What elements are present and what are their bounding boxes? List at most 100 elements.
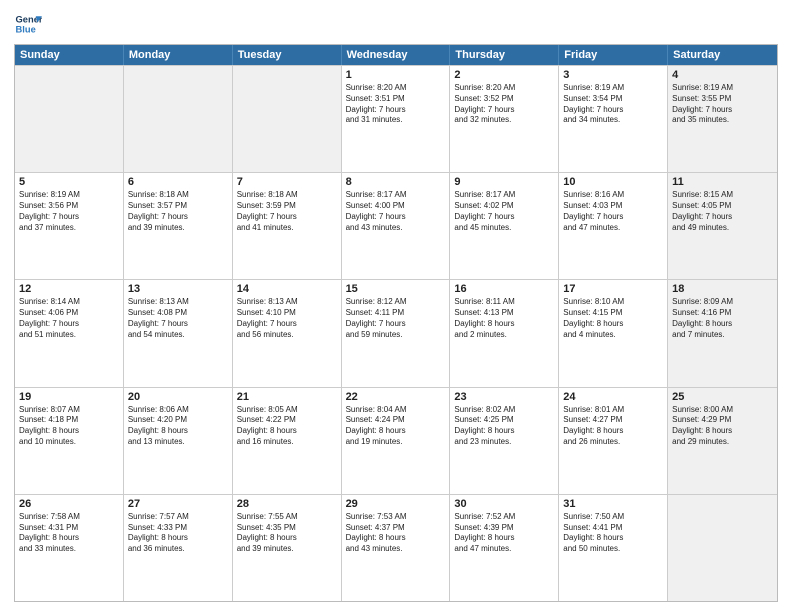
calendar-cell: 1 Sunrise: 8:20 AM Sunset: 3:51 PM Daylig… [342, 66, 451, 172]
cell-text: Sunrise: 8:05 AM Sunset: 4:22 PM Dayligh… [237, 405, 337, 448]
calendar-cell: 4 Sunrise: 8:19 AM Sunset: 3:55 PM Daylig… [668, 66, 777, 172]
svg-text:Blue: Blue [16, 25, 36, 35]
calendar-cell: 24 Sunrise: 8:01 AM Sunset: 4:27 PM Dayli… [559, 388, 668, 494]
calendar-cell: 23Sunrise: 8:02 AM Sunset: 4:25 PM Dayli… [450, 388, 559, 494]
calendar-cell: 10 Sunrise: 8:16 AM Sunset: 4:03 PM Dayli… [559, 173, 668, 279]
cell-text: Sunrise: 8:17 AM Sunset: 4:02 PM Dayligh… [454, 190, 554, 233]
day-number: 22 [346, 391, 446, 403]
day-number: 5 [19, 176, 119, 188]
cell-text: Sunrise: 7:52 AM Sunset: 4:39 PM Dayligh… [454, 512, 554, 555]
calendar-cell: 13 Sunrise: 8:13 AM Sunset: 4:08 PM Dayli… [124, 280, 233, 386]
calendar-cell: 20 Sunrise: 8:06 AM Sunset: 4:20 PM Dayli… [124, 388, 233, 494]
cell-text: Sunrise: 8:07 AM Sunset: 4:18 PM Dayligh… [19, 405, 119, 448]
calendar-cell: 7Sunrise: 8:18 AM Sunset: 3:59 PM Daylig… [233, 173, 342, 279]
calendar-cell: 14 Sunrise: 8:13 AM Sunset: 4:10 PM Dayli… [233, 280, 342, 386]
cell-text: Sunrise: 8:13 AM Sunset: 4:10 PM Dayligh… [237, 297, 337, 340]
day-number: 28 [237, 498, 337, 510]
calendar-row: 19 Sunrise: 8:07 AM Sunset: 4:18 PM Dayli… [15, 387, 777, 494]
cell-text: Sunrise: 8:10 AM Sunset: 4:15 PM Dayligh… [563, 297, 663, 340]
day-number: 19 [19, 391, 119, 403]
day-number: 31 [563, 498, 663, 510]
day-number: 8 [346, 176, 446, 188]
cell-text: Sunrise: 8:06 AM Sunset: 4:20 PM Dayligh… [128, 405, 228, 448]
cell-text: Sunrise: 8:14 AM Sunset: 4:06 PM Dayligh… [19, 297, 119, 340]
calendar-cell [124, 66, 233, 172]
day-number: 3 [563, 69, 663, 81]
calendar-cell: 25Sunrise: 8:00 AM Sunset: 4:29 PM Dayli… [668, 388, 777, 494]
day-number: 26 [19, 498, 119, 510]
calendar-row: 1 Sunrise: 8:20 AM Sunset: 3:51 PM Daylig… [15, 65, 777, 172]
calendar-cell [668, 495, 777, 601]
day-number: 12 [19, 283, 119, 295]
cell-text: Sunrise: 7:55 AM Sunset: 4:35 PM Dayligh… [237, 512, 337, 555]
calendar-cell [233, 66, 342, 172]
calendar-cell: 19 Sunrise: 8:07 AM Sunset: 4:18 PM Dayli… [15, 388, 124, 494]
calendar-cell: 31 Sunrise: 7:50 AM Sunset: 4:41 PM Dayli… [559, 495, 668, 601]
cell-text: Sunrise: 8:19 AM Sunset: 3:54 PM Dayligh… [563, 83, 663, 126]
weekday-header: Saturday [668, 45, 777, 65]
cell-text: Sunrise: 8:17 AM Sunset: 4:00 PM Dayligh… [346, 190, 446, 233]
cell-text: Sunrise: 8:20 AM Sunset: 3:52 PM Dayligh… [454, 83, 554, 126]
cell-text: Sunrise: 8:04 AM Sunset: 4:24 PM Dayligh… [346, 405, 446, 448]
day-number: 2 [454, 69, 554, 81]
calendar-cell: 16Sunrise: 8:11 AM Sunset: 4:13 PM Dayli… [450, 280, 559, 386]
day-number: 11 [672, 176, 773, 188]
day-number: 30 [454, 498, 554, 510]
day-number: 21 [237, 391, 337, 403]
calendar-cell: 8 Sunrise: 8:17 AM Sunset: 4:00 PM Daylig… [342, 173, 451, 279]
weekday-header: Wednesday [342, 45, 451, 65]
calendar-cell: 26 Sunrise: 7:58 AM Sunset: 4:31 PM Dayli… [15, 495, 124, 601]
calendar-cell: 2 Sunrise: 8:20 AM Sunset: 3:52 PM Daylig… [450, 66, 559, 172]
cell-text: Sunrise: 7:53 AM Sunset: 4:37 PM Dayligh… [346, 512, 446, 555]
day-number: 29 [346, 498, 446, 510]
day-number: 17 [563, 283, 663, 295]
weekday-header: Monday [124, 45, 233, 65]
day-number: 4 [672, 69, 773, 81]
calendar-cell: 30 Sunrise: 7:52 AM Sunset: 4:39 PM Dayli… [450, 495, 559, 601]
cell-text: Sunrise: 8:01 AM Sunset: 4:27 PM Dayligh… [563, 405, 663, 448]
calendar-row: 5Sunrise: 8:19 AM Sunset: 3:56 PM Daylig… [15, 172, 777, 279]
day-number: 23 [454, 391, 554, 403]
day-number: 10 [563, 176, 663, 188]
calendar-cell: 9 Sunrise: 8:17 AM Sunset: 4:02 PM Daylig… [450, 173, 559, 279]
calendar-cell: 15 Sunrise: 8:12 AM Sunset: 4:11 PM Dayli… [342, 280, 451, 386]
cell-text: Sunrise: 8:16 AM Sunset: 4:03 PM Dayligh… [563, 190, 663, 233]
cell-text: Sunrise: 8:00 AM Sunset: 4:29 PM Dayligh… [672, 405, 773, 448]
calendar-body: 1 Sunrise: 8:20 AM Sunset: 3:51 PM Daylig… [15, 65, 777, 601]
day-number: 24 [563, 391, 663, 403]
cell-text: Sunrise: 8:12 AM Sunset: 4:11 PM Dayligh… [346, 297, 446, 340]
day-number: 13 [128, 283, 228, 295]
calendar-row: 26 Sunrise: 7:58 AM Sunset: 4:31 PM Dayli… [15, 494, 777, 601]
cell-text: Sunrise: 7:57 AM Sunset: 4:33 PM Dayligh… [128, 512, 228, 555]
calendar-cell: 11 Sunrise: 8:15 AM Sunset: 4:05 PM Dayli… [668, 173, 777, 279]
cell-text: Sunrise: 8:09 AM Sunset: 4:16 PM Dayligh… [672, 297, 773, 340]
day-number: 1 [346, 69, 446, 81]
calendar-cell: 28 Sunrise: 7:55 AM Sunset: 4:35 PM Dayli… [233, 495, 342, 601]
weekday-header: Friday [559, 45, 668, 65]
day-number: 9 [454, 176, 554, 188]
day-number: 14 [237, 283, 337, 295]
day-number: 20 [128, 391, 228, 403]
calendar-cell: 6Sunrise: 8:18 AM Sunset: 3:57 PM Daylig… [124, 173, 233, 279]
cell-text: Sunrise: 7:58 AM Sunset: 4:31 PM Dayligh… [19, 512, 119, 555]
calendar-cell: 21 Sunrise: 8:05 AM Sunset: 4:22 PM Dayli… [233, 388, 342, 494]
weekday-header: Sunday [15, 45, 124, 65]
calendar-cell: 27 Sunrise: 7:57 AM Sunset: 4:33 PM Dayli… [124, 495, 233, 601]
day-number: 7 [237, 176, 337, 188]
day-number: 15 [346, 283, 446, 295]
calendar: SundayMondayTuesdayWednesdayThursdayFrid… [14, 44, 778, 602]
cell-text: Sunrise: 8:20 AM Sunset: 3:51 PM Dayligh… [346, 83, 446, 126]
calendar-cell [15, 66, 124, 172]
weekday-header: Tuesday [233, 45, 342, 65]
day-number: 16 [454, 283, 554, 295]
calendar-cell: 3 Sunrise: 8:19 AM Sunset: 3:54 PM Daylig… [559, 66, 668, 172]
cell-text: Sunrise: 7:50 AM Sunset: 4:41 PM Dayligh… [563, 512, 663, 555]
day-number: 27 [128, 498, 228, 510]
day-number: 6 [128, 176, 228, 188]
calendar-cell: 29 Sunrise: 7:53 AM Sunset: 4:37 PM Dayli… [342, 495, 451, 601]
cell-text: Sunrise: 8:13 AM Sunset: 4:08 PM Dayligh… [128, 297, 228, 340]
cell-text: Sunrise: 8:15 AM Sunset: 4:05 PM Dayligh… [672, 190, 773, 233]
calendar-cell: 5Sunrise: 8:19 AM Sunset: 3:56 PM Daylig… [15, 173, 124, 279]
cell-text: Sunrise: 8:19 AM Sunset: 3:55 PM Dayligh… [672, 83, 773, 126]
logo: General Blue [14, 10, 42, 38]
